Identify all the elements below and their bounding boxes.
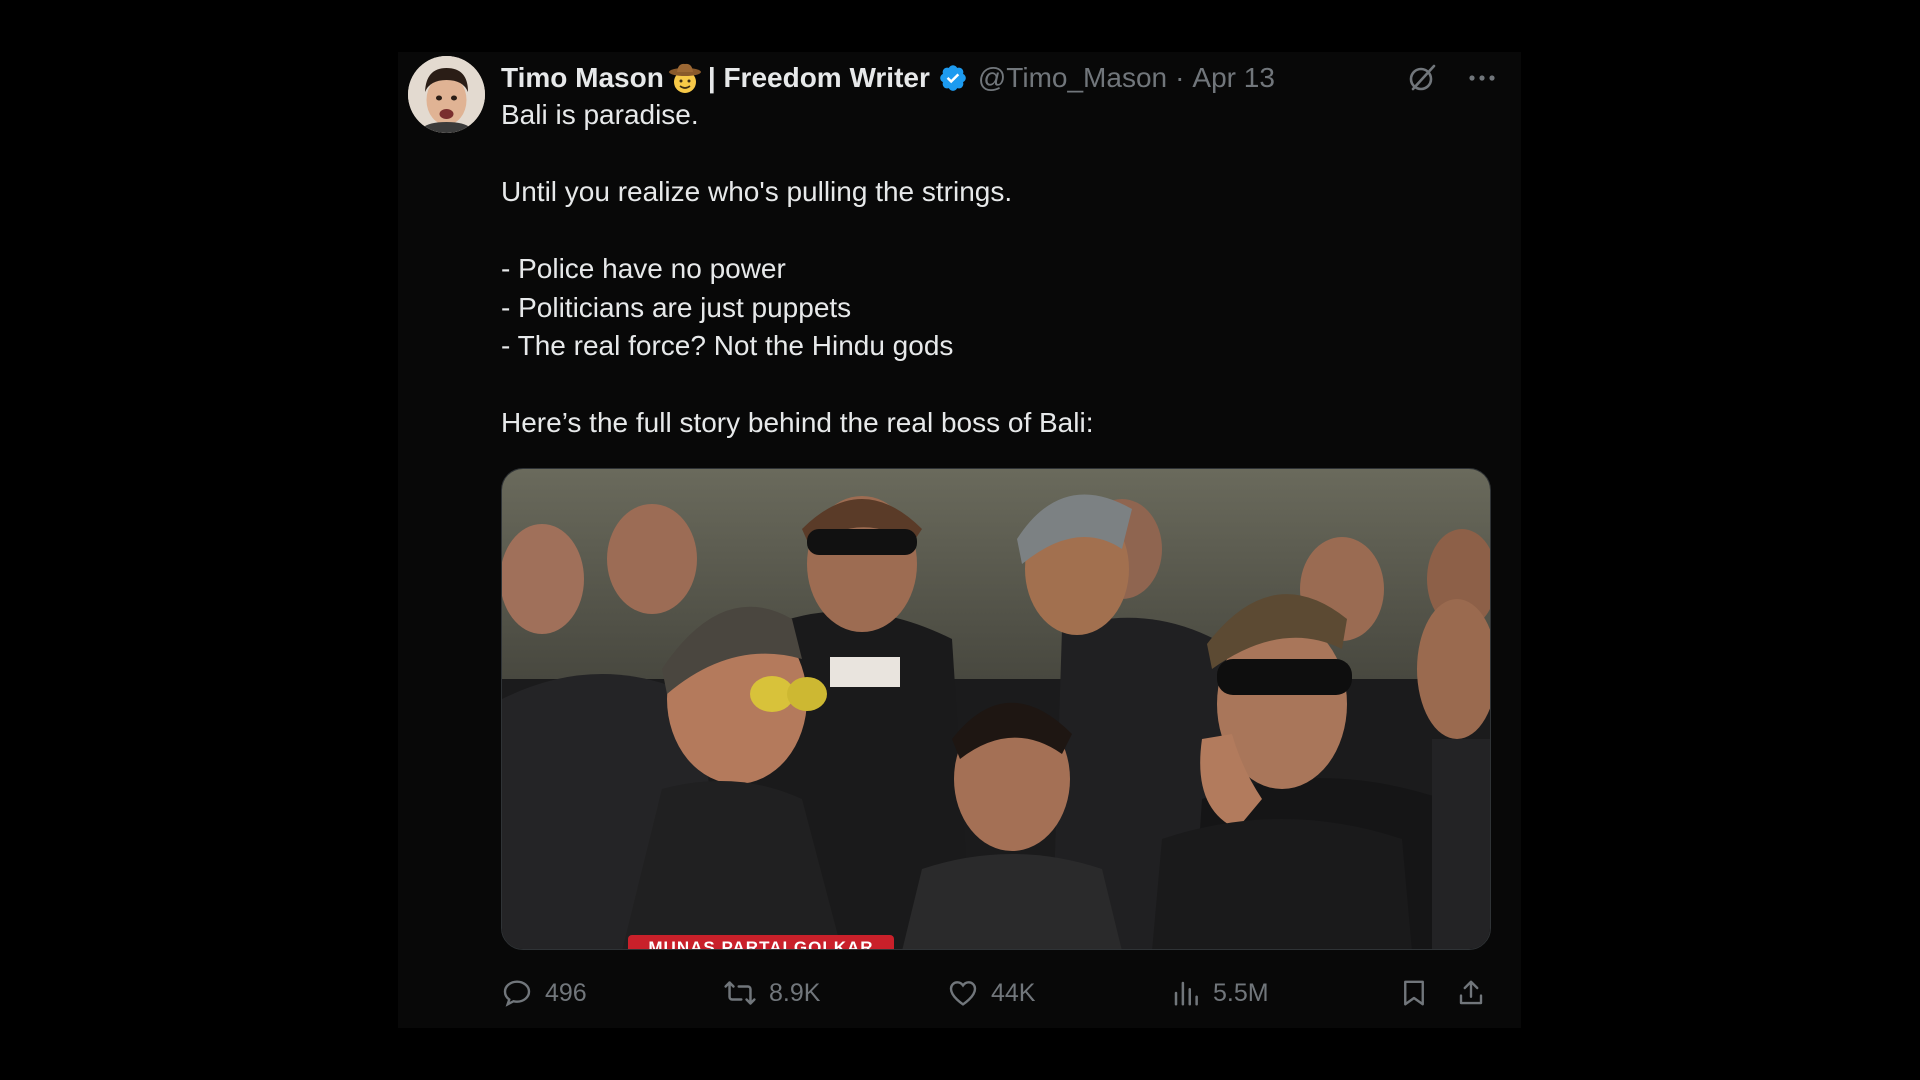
tweet-actions: 496 8.9K 44K 5.5M — [501, 970, 1491, 1016]
media-caption-bar: MUNAS PARTAI GOLKAR — [628, 935, 894, 949]
tweet-line: Here’s the full story behind the real bo… — [501, 407, 1094, 438]
author-display-suffix[interactable]: | Freedom Writer — [708, 62, 930, 94]
repost-icon — [724, 981, 756, 1005]
share-button[interactable] — [1456, 970, 1486, 1016]
repost-count: 8.9K — [769, 978, 821, 1007]
author-avatar[interactable] — [408, 56, 485, 133]
avatar-image — [408, 56, 485, 133]
tweet-line: - The real force? Not the Hindu gods — [501, 330, 954, 361]
cowboy-face-emoji-icon — [668, 61, 702, 95]
heart-icon — [949, 981, 977, 1006]
tweet-card[interactable]: Timo Mason | Freedom Writer @Timo_Mason … — [398, 52, 1521, 1028]
header-actions — [1403, 56, 1501, 100]
views-icon — [1174, 981, 1198, 1006]
reply-icon — [503, 980, 531, 1007]
like-button[interactable]: 44K — [947, 970, 1035, 1016]
repost-button[interactable]: 8.9K — [723, 970, 820, 1016]
tweet-line: Bali is paradise. — [501, 99, 699, 130]
tweet-line: Until you realize who's pulling the stri… — [501, 176, 1013, 207]
tweet-header: Timo Mason | Freedom Writer @Timo_Mason … — [501, 56, 1501, 100]
bookmark-button[interactable] — [1399, 970, 1429, 1016]
reply-count: 496 — [545, 978, 587, 1007]
bookmark-icon — [1404, 980, 1424, 1006]
reply-button[interactable]: 496 — [501, 970, 587, 1016]
author-handle[interactable]: @Timo_Mason — [978, 62, 1167, 94]
grok-icon[interactable] — [1403, 59, 1441, 97]
share-icon — [1459, 980, 1483, 1005]
like-count: 44K — [991, 978, 1036, 1007]
author-display-name[interactable]: Timo Mason — [501, 62, 664, 94]
more-icon[interactable] — [1463, 59, 1501, 97]
tweet-media[interactable]: MUNAS PARTAI GOLKAR — [501, 468, 1491, 950]
views-count: 5.5M — [1213, 978, 1269, 1007]
tweet-line: - Politicians are just puppets — [501, 291, 852, 323]
tweet-line: - Police have no power — [501, 253, 786, 284]
tweet-text: Bali is paradise. Until you realize who'… — [501, 96, 1491, 443]
media-image — [502, 469, 1490, 949]
header-separator: · — [1175, 62, 1185, 93]
media-caption: MUNAS PARTAI GOLKAR — [648, 938, 874, 949]
views-button[interactable]: 5.5M — [1171, 970, 1269, 1016]
verified-badge-icon[interactable] — [938, 63, 968, 93]
tweet-date[interactable]: Apr 13 — [1192, 62, 1275, 94]
